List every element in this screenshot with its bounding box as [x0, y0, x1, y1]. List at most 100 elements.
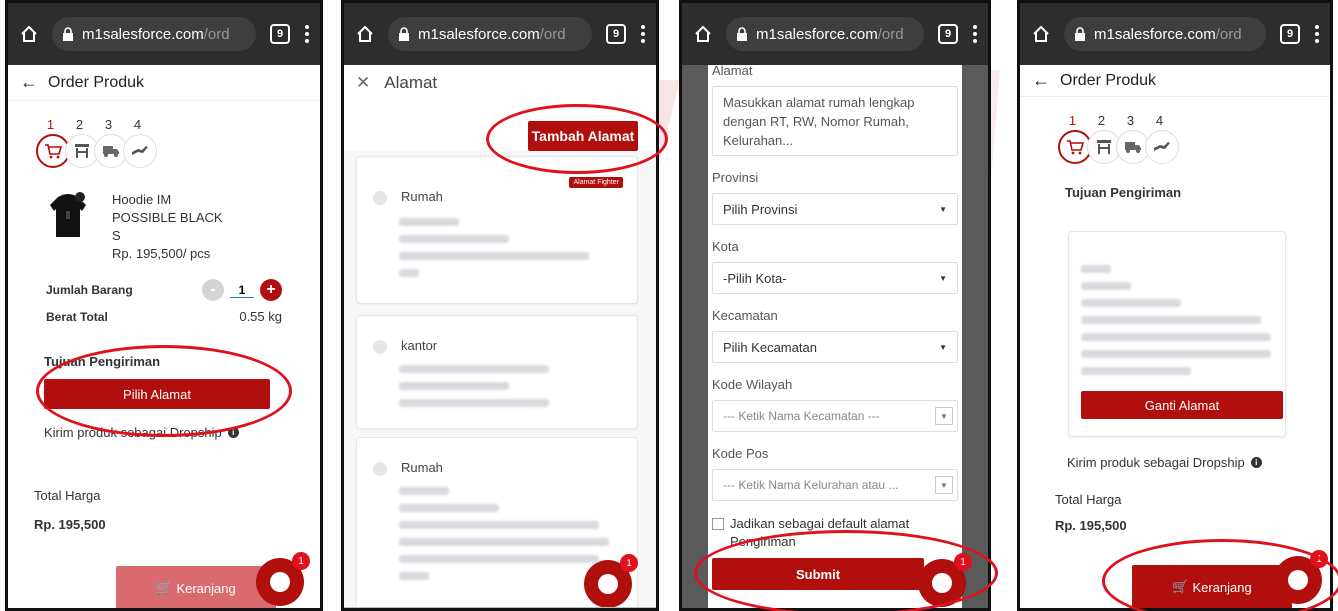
home-icon[interactable]	[692, 23, 714, 45]
chat-button[interactable]: 1	[584, 554, 638, 608]
quantity-input[interactable]: 1	[230, 283, 254, 298]
scrollbar[interactable]	[344, 607, 656, 608]
kecamatan-label: Kecamatan	[712, 308, 778, 323]
menu-icon[interactable]	[1314, 25, 1320, 43]
chat-icon	[932, 573, 952, 593]
cart-button[interactable]: 🛒 Keranjang	[116, 566, 276, 608]
step-number: 2	[75, 117, 84, 132]
menu-icon[interactable]	[304, 25, 310, 43]
cart-button[interactable]: 🛒 Keranjang	[1132, 565, 1292, 608]
chat-icon	[270, 572, 290, 592]
shipping-title: Tujuan Pengiriman	[1065, 185, 1182, 200]
home-icon[interactable]	[18, 23, 40, 45]
kode-wilayah-select[interactable]: --- Ketik Nama Kecamatan --- ▼	[712, 400, 958, 432]
info-icon: i	[1250, 457, 1262, 468]
kecamatan-select[interactable]: Pilih Kecamatan ▼	[712, 331, 958, 363]
dropship-option[interactable]: Kirim produk sebagai Dropship i	[44, 425, 320, 440]
page: m1salesforce.com/ord 9 ← Order Produk 1 …	[0, 0, 1338, 611]
address-label: kantor	[401, 338, 438, 353]
product-name: Hoodie IM POSSIBLE BLACK S	[112, 192, 223, 243]
dropdown-arrow-icon: ▼	[939, 204, 947, 214]
chat-icon	[1288, 570, 1308, 590]
add-address-button[interactable]: Tambah Alamat	[528, 121, 638, 151]
url-bar[interactable]: m1salesforce.com/ord	[1064, 17, 1266, 51]
address-label-blurred	[1081, 265, 1111, 273]
menu-icon[interactable]	[972, 25, 978, 43]
tab-count-button[interactable]: 9	[270, 24, 290, 44]
dropdown-arrow-icon: ▼	[935, 476, 953, 494]
url-bar[interactable]: m1salesforce.com/ord	[388, 17, 592, 51]
tab-count-button[interactable]: 9	[1280, 24, 1300, 44]
back-arrow-icon[interactable]: ←	[1032, 70, 1050, 91]
browser-bar: m1salesforce.com/ord 9	[344, 3, 656, 65]
product-item: Hoodie IM POSSIBLE BLACK S Rp. 195,500/ …	[8, 181, 320, 263]
total-value: Rp. 195,500	[1055, 518, 1127, 533]
home-icon[interactable]	[1030, 23, 1052, 45]
provinsi-value: Pilih Provinsi	[723, 201, 798, 217]
submit-button[interactable]: Submit	[712, 558, 924, 590]
chat-icon	[598, 574, 618, 594]
kota-select[interactable]: -Pilih Kota- ▼	[712, 262, 958, 294]
kode-wilayah-value: --- Ketik Nama Kecamatan ---	[723, 409, 880, 423]
url-path: /ord	[877, 25, 904, 43]
quantity-label: Jumlah Barang	[46, 283, 133, 297]
tab-count-button[interactable]: 9	[606, 24, 626, 44]
url-bar[interactable]: m1salesforce.com/ord	[52, 17, 256, 51]
chat-badge: 1	[954, 553, 972, 571]
lock-icon	[1075, 27, 1085, 41]
default-address-label: Jadikan sebagai default alamat Pengirima…	[730, 516, 910, 549]
shipping-title: Tujuan Pengiriman	[44, 354, 161, 369]
url-bar[interactable]: m1salesforce.com/ord	[726, 17, 924, 51]
close-icon[interactable]: ✕	[356, 73, 370, 93]
decrease-quantity-button[interactable]: -	[202, 279, 224, 301]
dropship-text: Kirim produk sebagai Dropship	[44, 425, 222, 440]
weight-row: Berat Total 0.55 kg	[8, 309, 320, 324]
step-number: 4	[1155, 113, 1164, 128]
step-number: 3	[1126, 113, 1135, 128]
url-path: /ord	[1215, 25, 1242, 43]
total-label: Total Harga	[34, 488, 101, 503]
address-card[interactable]: Alamat Fighter Rumah	[356, 156, 638, 304]
chat-button[interactable]: 1	[1274, 550, 1328, 604]
info-icon: i	[227, 427, 239, 438]
dropdown-arrow-icon: ▼	[935, 407, 953, 425]
default-address-checkbox-row[interactable]: Jadikan sebagai default alamat Pengirima…	[712, 515, 958, 551]
cart-button-label: Keranjang	[1192, 579, 1252, 595]
chat-button[interactable]: 1	[256, 552, 310, 606]
weight-value: 0.55 kg	[239, 309, 282, 324]
address-card[interactable]: kantor	[356, 315, 638, 429]
home-icon[interactable]	[354, 23, 376, 45]
address-radio[interactable]	[373, 339, 387, 354]
product-price: Rp. 195,500/ pcs	[112, 246, 211, 261]
url-host: m1salesforce.com	[418, 25, 540, 43]
kode-pos-select[interactable]: --- Ketik Nama Kelurahan atau ... ▼	[712, 469, 958, 501]
cart-icon: 🛒	[1172, 579, 1189, 594]
step-number: 1	[1068, 113, 1077, 128]
chat-button[interactable]: 1	[918, 553, 972, 607]
default-address-checkbox[interactable]	[712, 518, 724, 530]
dropdown-arrow-icon: ▼	[939, 342, 947, 352]
increase-quantity-button[interactable]: +	[260, 279, 282, 301]
address-radio[interactable]	[373, 190, 387, 205]
step-number: 4	[133, 117, 142, 132]
phone-screen-order: m1salesforce.com/ord 9 ← Order Produk 1 …	[5, 0, 323, 611]
phone-screen-address-list: m1salesforce.com/ord 9 ✕ Alamat Tambah A…	[341, 0, 659, 611]
tab-count-button[interactable]: 9	[938, 24, 958, 44]
address-radio[interactable]	[373, 461, 387, 476]
page-title: Order Produk	[1060, 71, 1157, 89]
browser-bar: m1salesforce.com/ord 9	[8, 3, 320, 65]
handover-step-icon	[1145, 130, 1179, 164]
back-arrow-icon[interactable]: ←	[20, 72, 38, 93]
order-steps: 1 2 3 4	[36, 101, 320, 181]
lock-icon	[737, 27, 747, 41]
change-address-button[interactable]: Ganti Alamat	[1081, 391, 1283, 419]
quantity-row: Jumlah Barang - 1 +	[8, 279, 320, 301]
alamat-textarea[interactable]: Masukkan alamat rumah lengkap dengan RT,…	[712, 86, 958, 156]
provinsi-select[interactable]: Pilih Provinsi ▼	[712, 193, 958, 225]
kode-wilayah-label: Kode Wilayah	[712, 377, 793, 392]
dropship-option[interactable]: Kirim produk sebagai Dropship i	[1067, 455, 1262, 470]
menu-icon[interactable]	[640, 25, 646, 43]
chat-badge: 1	[1310, 550, 1328, 568]
choose-address-button[interactable]: Pilih Alamat	[44, 379, 270, 409]
handover-step-icon	[123, 134, 157, 168]
